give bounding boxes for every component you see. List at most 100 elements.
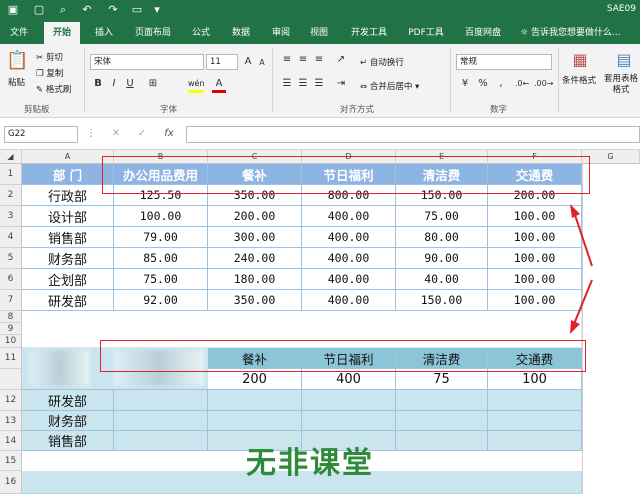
- row-header[interactable]: 4: [0, 227, 22, 248]
- amount-cell[interactable]: 80.00: [396, 227, 488, 248]
- fill-color-icon[interactable]: wén: [188, 78, 205, 93]
- row-header[interactable]: 6: [0, 269, 22, 290]
- amount-cell[interactable]: 75.00: [396, 206, 488, 227]
- tab-data[interactable]: 数据: [226, 22, 256, 44]
- copy-button[interactable]: ❐ 复制: [36, 67, 63, 79]
- amount-cell[interactable]: 400.00: [302, 290, 396, 311]
- table2-header-cell[interactable]: 餐补: [208, 348, 302, 369]
- tab-developer[interactable]: 开发工具: [344, 22, 394, 44]
- amount-cell[interactable]: 125.50: [114, 185, 208, 206]
- font-color-icon[interactable]: A: [212, 78, 226, 93]
- table2-empty-cell[interactable]: [488, 431, 582, 451]
- number-format-select[interactable]: 常规: [456, 54, 552, 70]
- table2-header-cell[interactable]: 节日福利: [302, 348, 396, 369]
- align-bottom-icon[interactable]: ≡: [312, 54, 326, 66]
- row-header[interactable]: 8: [0, 311, 22, 323]
- row-header[interactable]: 2: [0, 185, 22, 206]
- column-header[interactable]: D: [302, 150, 396, 164]
- amount-cell[interactable]: 200.00: [208, 206, 302, 227]
- table2-department-cell[interactable]: 销售部: [22, 431, 114, 451]
- table2-empty-cell[interactable]: [114, 431, 208, 451]
- table2-empty-cell[interactable]: [488, 411, 582, 431]
- name-box[interactable]: G22: [4, 126, 78, 143]
- tab-insert[interactable]: 插入: [88, 22, 120, 44]
- amount-cell[interactable]: 350.00: [208, 290, 302, 311]
- cut-button[interactable]: ✂ 剪切: [36, 51, 63, 63]
- format-painter-button[interactable]: ✎ 格式刷: [36, 83, 71, 95]
- table2-header-cell[interactable]: 交通费: [488, 348, 582, 369]
- table2-empty-cell[interactable]: [208, 411, 302, 431]
- table2-header-cell[interactable]: 清洁费: [396, 348, 488, 369]
- table2-empty-cell[interactable]: [396, 431, 488, 451]
- insert-function-icon[interactable]: fx: [162, 128, 176, 140]
- row-header[interactable]: 16: [0, 471, 22, 494]
- column-header[interactable]: A: [22, 150, 114, 164]
- grow-font-icon[interactable]: A: [242, 56, 254, 68]
- tab-formulas[interactable]: 公式: [186, 22, 216, 44]
- row-header[interactable]: 5: [0, 248, 22, 269]
- row-header[interactable]: 15: [0, 451, 22, 471]
- font-size-select[interactable]: 11: [206, 54, 238, 70]
- borders-icon[interactable]: ⊞: [146, 78, 160, 90]
- table2-empty-cell[interactable]: [114, 390, 208, 411]
- row-header[interactable]: 1: [0, 164, 22, 185]
- row-header[interactable]: 7: [0, 290, 22, 311]
- align-left-icon[interactable]: ☰: [280, 78, 294, 90]
- table1-header-cell[interactable]: 餐补: [208, 164, 302, 185]
- save-icon[interactable]: ▣: [6, 3, 20, 17]
- table2-value-cell[interactable]: 400: [302, 369, 396, 390]
- currency-icon[interactable]: ¥: [458, 78, 472, 90]
- formula-input[interactable]: [186, 126, 640, 143]
- column-header[interactable]: G: [582, 150, 640, 164]
- department-cell[interactable]: 研发部: [22, 290, 114, 311]
- column-header[interactable]: B: [114, 150, 208, 164]
- table1-header-cell[interactable]: 节日福利: [302, 164, 396, 185]
- bold-button[interactable]: B: [92, 78, 104, 90]
- tab-view[interactable]: 视图: [304, 22, 334, 44]
- table2-empty-cell[interactable]: [396, 411, 488, 431]
- tab-page-layout[interactable]: 页面布局: [128, 22, 178, 44]
- amount-cell[interactable]: 79.00: [114, 227, 208, 248]
- table2-department-cell[interactable]: 研发部: [22, 390, 114, 411]
- amount-cell[interactable]: 85.00: [114, 248, 208, 269]
- align-right-icon[interactable]: ☰: [312, 78, 326, 90]
- redo-icon[interactable]: ↷: [106, 3, 120, 17]
- table1-header-cell[interactable]: 交通费: [488, 164, 582, 185]
- table1-header-cell[interactable]: 清洁费: [396, 164, 488, 185]
- tab-baidu-netdisk[interactable]: 百度网盘: [458, 22, 508, 44]
- amount-cell[interactable]: 92.00: [114, 290, 208, 311]
- amount-cell[interactable]: 100.00: [114, 206, 208, 227]
- amount-cell[interactable]: 400.00: [302, 206, 396, 227]
- tab-file[interactable]: 文件: [4, 22, 34, 44]
- align-center-icon[interactable]: ☰: [296, 78, 310, 90]
- comma-button[interactable]: ,: [494, 78, 508, 90]
- table1-header-cell[interactable]: 办公用品费用: [114, 164, 208, 185]
- row-header[interactable]: 13: [0, 411, 22, 431]
- undo-icon[interactable]: ↶: [80, 3, 94, 17]
- column-header[interactable]: F: [488, 150, 582, 164]
- department-cell[interactable]: 设计部: [22, 206, 114, 227]
- format-table-icon[interactable]: ▤: [614, 50, 634, 70]
- table2-department-cell[interactable]: 财务部: [22, 411, 114, 431]
- increase-decimal-icon[interactable]: .0←: [514, 78, 530, 90]
- empty-cells[interactable]: [22, 311, 582, 348]
- align-middle-icon[interactable]: ≡: [296, 54, 310, 66]
- amount-cell[interactable]: 180.00: [208, 269, 302, 290]
- tell-me-box[interactable]: ☼ 告诉我您想要做什么...: [520, 22, 640, 44]
- amount-cell[interactable]: 400.00: [302, 227, 396, 248]
- table2-empty-cell[interactable]: [488, 390, 582, 411]
- open-icon[interactable]: ▭: [130, 3, 144, 17]
- column-header[interactable]: E: [396, 150, 488, 164]
- row-header[interactable]: 3: [0, 206, 22, 227]
- amount-cell[interactable]: 150.00: [396, 185, 488, 206]
- font-name-select[interactable]: 宋体: [90, 54, 204, 70]
- row-header[interactable]: 12: [0, 390, 22, 411]
- table2-empty-cell[interactable]: [396, 390, 488, 411]
- new-icon[interactable]: ▢: [32, 3, 46, 17]
- department-cell[interactable]: 企划部: [22, 269, 114, 290]
- amount-cell[interactable]: 75.00: [114, 269, 208, 290]
- cancel-icon[interactable]: ✕: [110, 128, 122, 140]
- align-top-icon[interactable]: ≡: [280, 54, 294, 66]
- paste-icon[interactable]: 📋: [6, 50, 28, 72]
- row-header[interactable]: 14: [0, 431, 22, 451]
